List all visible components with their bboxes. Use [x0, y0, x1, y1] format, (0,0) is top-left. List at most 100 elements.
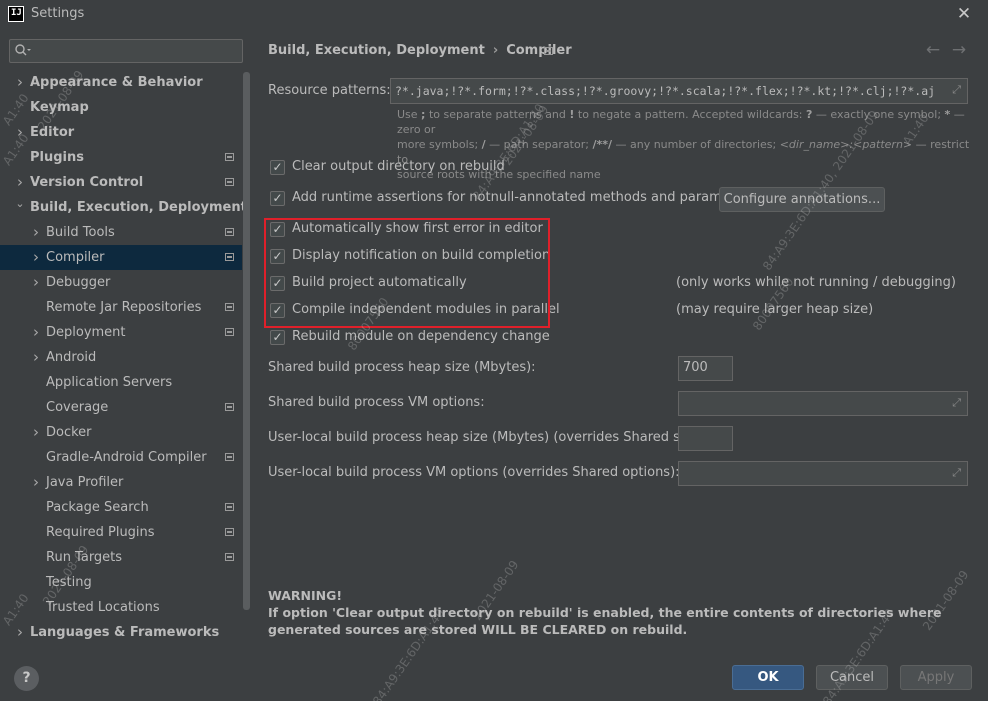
vm-options-label: Shared build process VM options: [268, 395, 485, 410]
compile-parallel-note: (may require larger heap size) [676, 302, 874, 317]
chevron-right-icon[interactable]: › [14, 120, 26, 145]
sidebar-item[interactable]: › Compiler [0, 245, 242, 270]
sidebar-item-label: Gradle-Android Compiler [46, 450, 207, 465]
settings-search-input[interactable] [9, 39, 243, 63]
checkbox-checked-icon[interactable]: ✓ [270, 330, 285, 345]
heap-size-input[interactable]: 700 [678, 356, 733, 381]
sidebar-item-label: Version Control [30, 175, 144, 190]
help-icon[interactable]: ? [14, 666, 39, 691]
configure-annotations-button[interactable]: Configure annotations... [719, 187, 885, 212]
compiler-settings-panel: Build, Execution, Deployment › Compiler ← … [252, 30, 988, 650]
project-scope-icon [225, 528, 234, 536]
ok-button[interactable]: OK [732, 665, 804, 690]
sidebar-item-label: Languages & Frameworks [30, 625, 220, 640]
project-scope-icon [225, 153, 234, 161]
sidebar-item[interactable]: Testing [0, 570, 242, 595]
chevron-right-icon[interactable]: › [30, 320, 42, 345]
vm-options-input[interactable]: ⤢ [678, 391, 968, 416]
sidebar-item-label: Deployment [46, 325, 126, 340]
expand-icon[interactable]: ⤢ [952, 395, 961, 411]
chevron-right-icon[interactable]: › [14, 70, 26, 95]
close-icon[interactable]: ✕ [955, 4, 973, 24]
sidebar-item[interactable]: › Version Control [0, 170, 242, 195]
expand-icon[interactable]: ⤢ [952, 465, 961, 481]
sidebar-item[interactable]: › Languages & Frameworks [0, 620, 242, 645]
sidebar-item-label: Docker [46, 425, 92, 440]
sidebar-item[interactable]: Package Search [0, 495, 242, 520]
project-scope-icon [225, 303, 234, 311]
sidebar-item[interactable]: › Android [0, 345, 242, 370]
sidebar-item-label: Keymap [30, 100, 89, 115]
sidebar-item[interactable]: Gradle-Android Compiler [0, 445, 242, 470]
sidebar-item[interactable]: ⌄ Build, Execution, Deployment [0, 195, 246, 220]
cancel-button[interactable]: Cancel [816, 665, 888, 690]
user-vm-options-label: User-local build process VM options (ove… [268, 465, 680, 480]
sidebar-item[interactable]: Run Targets [0, 545, 242, 570]
resource-patterns-input[interactable]: ?*.java;!?*.form;!?*.class;!?*.groovy;!?… [390, 78, 968, 104]
build-automatically-note: (only works while not running / debuggin… [676, 275, 956, 290]
dialog-footer: ? OK Cancel Apply [0, 650, 988, 701]
title-bar: IJ Settings ✕ [0, 0, 988, 30]
chevron-down-icon[interactable]: ⌄ [14, 191, 26, 216]
sidebar-item-label: Debugger [46, 275, 111, 290]
warning-text: If option 'Clear output directory on reb… [268, 605, 942, 637]
sidebar-item[interactable]: Coverage [0, 395, 242, 420]
resource-patterns-value: ?*.java;!?*.form;!?*.class;!?*.groovy;!?… [395, 84, 936, 98]
chevron-right-icon[interactable]: › [30, 345, 42, 370]
sidebar-item[interactable]: › Build Tools [0, 220, 242, 245]
sidebar-item-label: Android [46, 350, 97, 365]
sidebar-item-label: Java Profiler [46, 475, 124, 490]
breadcrumb: Build, Execution, Deployment › Compiler [268, 43, 572, 58]
sidebar-item[interactable]: Remote Jar Repositories [0, 295, 242, 320]
warning-title: WARNING! [268, 588, 343, 603]
user-heap-size-label: User-local build process heap size (Mbyt… [268, 430, 708, 445]
sidebar-item-label: Package Search [46, 500, 149, 515]
project-scope-icon [225, 178, 234, 186]
expand-icon[interactable]: ⤢ [952, 82, 961, 98]
apply-button[interactable]: Apply [900, 665, 972, 690]
sidebar-item-label: Compiler [46, 250, 105, 265]
sidebar-item-label: Appearance & Behavior [30, 75, 203, 90]
intellij-app-icon: IJ [8, 6, 24, 22]
annotation-highlight-box [264, 218, 550, 328]
sidebar-item[interactable]: › Editor [0, 120, 242, 145]
project-scope-icon [225, 228, 234, 236]
user-vm-options-input[interactable]: ⤢ [678, 461, 968, 486]
sidebar-item[interactable]: Application Servers [0, 370, 242, 395]
project-scope-icon [225, 503, 234, 511]
chevron-right-icon[interactable]: › [30, 220, 42, 245]
window-title: Settings [31, 6, 85, 21]
sidebar-item[interactable]: Plugins [0, 145, 242, 170]
sidebar-item[interactable]: › Docker [0, 420, 242, 445]
sidebar-item[interactable]: › Deployment [0, 320, 242, 345]
search-icon [15, 44, 31, 56]
sidebar-item[interactable]: Required Plugins [0, 520, 242, 545]
project-scope-icon [225, 253, 234, 261]
project-scope-icon [225, 553, 234, 561]
sidebar-item-label: Required Plugins [46, 525, 155, 540]
sidebar-item[interactable]: Trusted Locations [0, 595, 242, 620]
chevron-right-icon[interactable]: › [14, 620, 26, 645]
checkbox-checked-icon[interactable]: ✓ [270, 191, 285, 206]
back-arrow-icon[interactable]: ← [924, 40, 942, 60]
user-heap-size-input[interactable] [678, 426, 733, 451]
checkbox-checked-icon[interactable]: ✓ [270, 160, 285, 175]
project-scope-icon [225, 403, 234, 411]
breadcrumb-parent[interactable]: Build, Execution, Deployment [268, 43, 485, 58]
sidebar-item-label: Testing [46, 575, 92, 590]
chevron-right-icon[interactable]: › [30, 270, 42, 295]
chevron-right-icon[interactable]: › [30, 470, 42, 495]
heap-size-label: Shared build process heap size (Mbytes): [268, 360, 536, 375]
chevron-right-icon[interactable]: › [30, 420, 42, 445]
project-scope-icon [225, 328, 234, 336]
sidebar-item[interactable]: › Appearance & Behavior [0, 70, 242, 95]
sidebar-item-label: Remote Jar Repositories [46, 300, 202, 315]
sidebar-scrollbar[interactable] [243, 72, 250, 610]
forward-arrow-icon[interactable]: → [950, 40, 968, 60]
sidebar-item[interactable]: Keymap [0, 95, 242, 120]
sidebar-item[interactable]: › Debugger [0, 270, 242, 295]
chevron-right-icon[interactable]: › [30, 245, 42, 270]
resource-patterns-label: Resource patterns: [268, 83, 391, 98]
sidebar-item[interactable]: › Java Profiler [0, 470, 242, 495]
project-scope-icon [544, 47, 553, 55]
